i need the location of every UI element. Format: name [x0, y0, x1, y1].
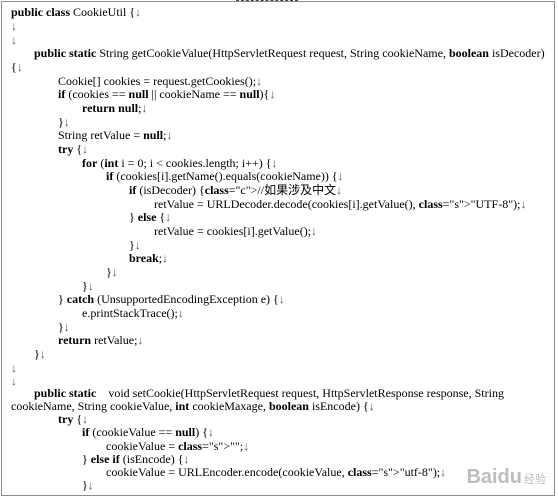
- code-line-37: Cookie cookie = new Cookie(cookieName, c…: [82, 492, 366, 495]
- code-line-14: if (isDecoder) {class="c">//如果涉及中文↓: [129, 183, 343, 197]
- code-line-6: Cookie[] cookies = request.getCookies();…: [58, 74, 263, 88]
- code-line-19: break;↓: [129, 251, 169, 265]
- code-line-13: if (cookies[i].getName().equals(cookieNa…: [106, 169, 344, 183]
- code-line-4: public static String getCookieValue(Http…: [34, 46, 545, 60]
- code-line-21: }↓: [82, 279, 94, 293]
- code-line-11: try {↓: [58, 142, 89, 156]
- watermark-logo: Baidu 经验: [466, 466, 546, 489]
- code-line-9: }↓: [58, 115, 70, 129]
- code-line-23: e.printStackTrace();↓: [82, 306, 184, 320]
- code-line-10: String retValue = null;↓: [58, 128, 173, 142]
- code-line-5: {↓: [11, 60, 23, 74]
- code-line-30: cookieName, String cookieValue, int cook…: [11, 399, 375, 413]
- code-line-28: ↓: [11, 374, 17, 388]
- code-line-1: public class CookieUtil {↓: [11, 5, 142, 19]
- code-line-26: }↓: [34, 347, 46, 361]
- code-line-15: retValue = URLDecoder.decode(cookies[i].…: [154, 197, 527, 211]
- code-line-27: ↓: [11, 361, 17, 375]
- code-line-7: if (cookies == null || cookieName == nul…: [58, 87, 276, 101]
- code-line-17: retValue = cookies[i].getValue();↓: [154, 224, 318, 238]
- code-line-3: ↓: [11, 33, 17, 47]
- code-line-20: }↓: [106, 265, 118, 279]
- code-line-22: } catch (UnsupportedEncodingException e)…: [58, 292, 285, 306]
- code-line-32: if (cookieValue == null) {↓: [82, 425, 214, 439]
- code-line-25: return retValue;↓: [58, 333, 144, 347]
- code-line-8: return null;↓: [82, 101, 148, 115]
- code-line-36: }↓: [82, 478, 94, 492]
- code-line-34: } else if (isEncode) {↓: [82, 452, 190, 466]
- code-line-29: public static void setCookie(HttpServlet…: [34, 386, 504, 400]
- code-box: Baidu 经验 public class CookieUtil {↓ ↓ ↓ publ…: [1, 1, 555, 496]
- watermark-suffix: 经验: [524, 474, 546, 486]
- watermark-brand: Baidu: [466, 466, 522, 488]
- code-line-16: } else {↓: [129, 210, 172, 224]
- code-line-2: ↓: [11, 19, 17, 33]
- code-line-33: cookieValue = class="s">"";↓: [106, 439, 250, 453]
- code-line-12: for (int i = 0; i < cookies.length; i++)…: [82, 156, 278, 170]
- code-line-35: cookieValue = URLEncoder.encode(cookieVa…: [106, 465, 447, 479]
- code-line-31: try {↓: [58, 412, 89, 426]
- code-line-18: }↓: [129, 238, 141, 252]
- code-line-24: }↓: [58, 320, 70, 334]
